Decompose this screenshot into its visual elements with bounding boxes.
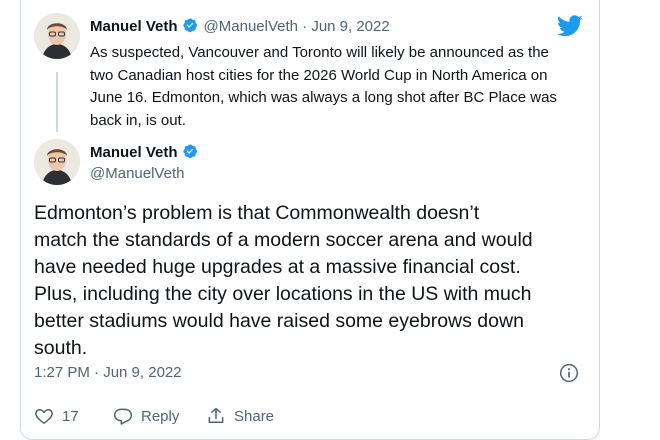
info-icon[interactable] <box>559 363 579 383</box>
verified-badge-icon <box>182 144 197 159</box>
share-icon <box>208 407 224 423</box>
quoted-meta[interactable]: @ManuelVeth · Jun 9, 2022 <box>204 18 390 35</box>
reply-label[interactable]: Reply <box>141 408 179 425</box>
quoted-line: two Canadian host cities for the 2026 Wo… <box>90 66 548 84</box>
author-name[interactable]: Manuel Veth <box>90 143 198 161</box>
twitter-bird-icon[interactable] <box>557 15 583 37</box>
quoted-display-name[interactable]: Manuel Veth <box>90 18 178 35</box>
tweet-line: south. <box>34 337 88 359</box>
like-button[interactable]: 17 <box>34 406 79 426</box>
tweet-line: better stadiums would have raised some e… <box>34 310 524 332</box>
quoted-line: June 16. Edmonton, which was always a lo… <box>90 89 557 106</box>
quoted-line: As suspected, Vancouver and Toronto will… <box>90 44 549 61</box>
author-display-name[interactable]: Manuel Veth <box>90 144 178 161</box>
reply-icon <box>113 408 133 425</box>
reply-button[interactable]: Reply <box>113 406 179 426</box>
share-button[interactable]: Share <box>206 406 274 426</box>
tweet-timestamp[interactable]: 1:27 PM · Jun 9, 2022 <box>34 364 182 381</box>
thread-line <box>56 72 58 132</box>
tweet-text: Edmonton’s problem is that Commonwealth … <box>34 200 594 362</box>
share-label[interactable]: Share <box>234 408 274 425</box>
tweet-line: Edmonton’s problem is that Commonwealth … <box>34 202 480 224</box>
quoted-avatar[interactable] <box>34 13 80 59</box>
like-count[interactable]: 17 <box>62 408 79 425</box>
quoted-text: As suspected, Vancouver and Toronto will… <box>90 42 590 132</box>
tweet-line: have needed huge upgrades at a massive f… <box>34 256 521 278</box>
quoted-line: back in, is out. <box>90 111 186 129</box>
heart-icon <box>35 408 53 424</box>
verified-badge-icon <box>182 18 197 33</box>
author-handle[interactable]: @ManuelVeth <box>90 165 184 182</box>
quoted-author[interactable]: Manuel Veth @ManuelVeth · Jun 9, 2022 <box>90 17 390 35</box>
tweet-line: Plus, including the city over locations … <box>34 283 532 305</box>
tweet-line: match the standards of a modern soccer a… <box>34 229 533 251</box>
author-avatar[interactable] <box>34 139 80 185</box>
